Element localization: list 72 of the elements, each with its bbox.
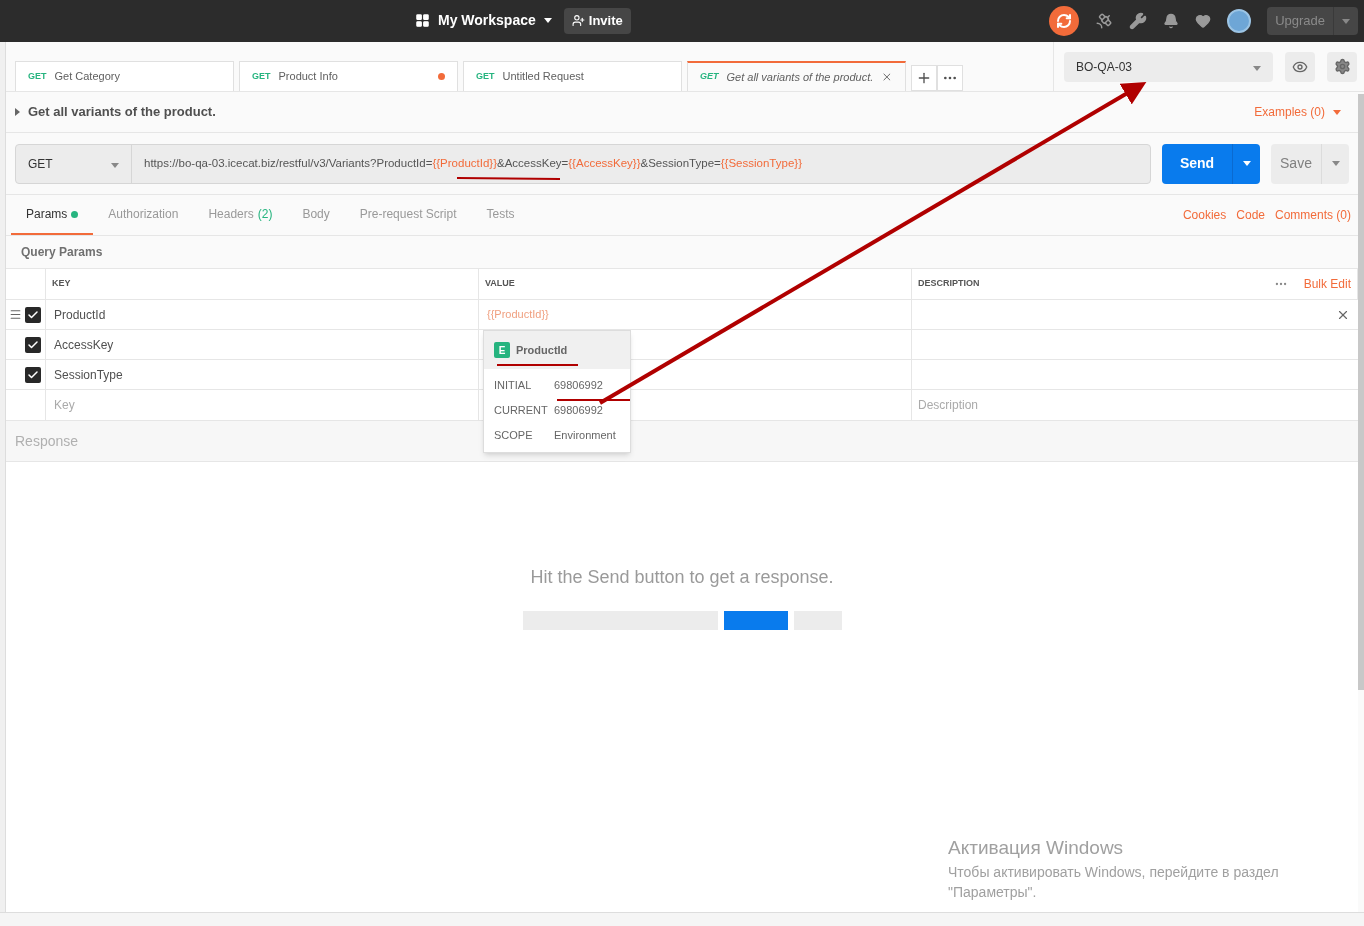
satellite-icon[interactable]: [1095, 12, 1114, 30]
field-label: INITIAL: [494, 378, 533, 394]
request-section-tab[interactable]: Headers (2): [193, 195, 288, 235]
send-button[interactable]: Send: [1162, 143, 1232, 184]
settings-icon[interactable]: [1327, 51, 1357, 82]
request-tab[interactable]: GET Get all variants of the product.: [687, 61, 906, 91]
row-checkbox[interactable]: [25, 366, 41, 383]
response-title: Response: [15, 431, 79, 451]
table-cell-text: SessionType: [54, 366, 123, 384]
request-link[interactable]: Comments (0): [1275, 206, 1351, 224]
activation-message: Чтобы активировать Windows, перейдите в раздел "Параметры".: [948, 863, 1280, 902]
workspace-selector[interactable]: My Workspace: [415, 10, 552, 32]
grid-icon: [415, 13, 430, 29]
column-header: VALUE: [485, 277, 515, 291]
request-section-tab[interactable]: Authorization: [93, 195, 194, 235]
request-title: Get all variants of the product.: [28, 103, 216, 122]
request-section-tab[interactable]: Body: [287, 195, 345, 235]
request-link[interactable]: Cookies: [1182, 206, 1227, 224]
section-title: Query Params: [21, 244, 103, 261]
table-cell-text: AccessKey: [54, 336, 114, 354]
check-icon: [27, 368, 39, 381]
user-add-icon: [571, 14, 585, 28]
caret-icon: [1333, 109, 1341, 115]
eye-icon[interactable]: [1285, 51, 1315, 82]
empty-response-message: Hit the Send button to get a response.: [530, 566, 834, 589]
column-header: KEY: [52, 277, 71, 291]
heart-icon[interactable]: [1195, 13, 1212, 29]
request-section-tab[interactable]: Tests: [471, 195, 530, 235]
variable-name: ProductId: [516, 342, 568, 358]
bulk-edit-link[interactable]: Bulk Edit: [1303, 275, 1351, 293]
field-label: CURRENT: [494, 403, 549, 419]
table-cell-text: {{ProductId}}: [487, 307, 549, 323]
save-button[interactable]: Save: [1271, 143, 1321, 184]
upgrade-button[interactable]: Upgrade: [1267, 7, 1358, 35]
caret-icon: [1242, 161, 1251, 166]
caret-icon: [1342, 18, 1350, 24]
caret-icon: [1331, 161, 1340, 166]
request-tab[interactable]: GET Product Info: [239, 61, 458, 91]
field-value: Environment: [554, 428, 616, 444]
caret-icon: [543, 18, 552, 24]
check-icon: [27, 338, 39, 351]
close-icon[interactable]: [881, 70, 893, 84]
new-tab-button[interactable]: [911, 65, 937, 91]
avatar[interactable]: [1227, 9, 1252, 33]
caret-icon: [1253, 65, 1261, 71]
request-section-tab[interactable]: Pre-request Script: [344, 195, 472, 235]
row-checkbox[interactable]: [25, 306, 41, 323]
bell-icon[interactable]: [1163, 13, 1180, 29]
check-icon: [27, 308, 39, 321]
expand-icon[interactable]: [15, 108, 20, 116]
drag-handle-icon[interactable]: [9, 308, 22, 321]
request-tab[interactable]: GET Get Category: [15, 61, 234, 91]
request-tab[interactable]: GET Untitled Request: [463, 61, 682, 91]
sync-icon[interactable]: [1049, 6, 1080, 36]
invite-button[interactable]: Invite: [563, 8, 631, 34]
environment-badge: E: [494, 342, 510, 358]
field-value: 69806992: [554, 403, 603, 419]
send-options-button[interactable]: [1232, 143, 1260, 184]
table-cell-text: ProductId: [54, 306, 106, 324]
key-field[interactable]: Key: [46, 390, 479, 420]
field-value: 69806992: [554, 378, 603, 394]
environment-select[interactable]: BO-QA-03: [1064, 51, 1273, 82]
wrench-icon[interactable]: [1129, 12, 1148, 30]
field-label: SCOPE: [494, 428, 534, 444]
plus-icon: [916, 70, 932, 86]
row-checkbox[interactable]: [25, 336, 41, 353]
column-header: DESCRIPTION: [918, 277, 980, 291]
examples-link[interactable]: Examples (0): [1254, 103, 1341, 121]
description-field[interactable]: Description: [912, 390, 1358, 420]
request-link[interactable]: Code: [1236, 206, 1265, 224]
activation-title: Активация Windows: [948, 835, 1125, 860]
request-section-tab[interactable]: Params: [11, 195, 94, 235]
